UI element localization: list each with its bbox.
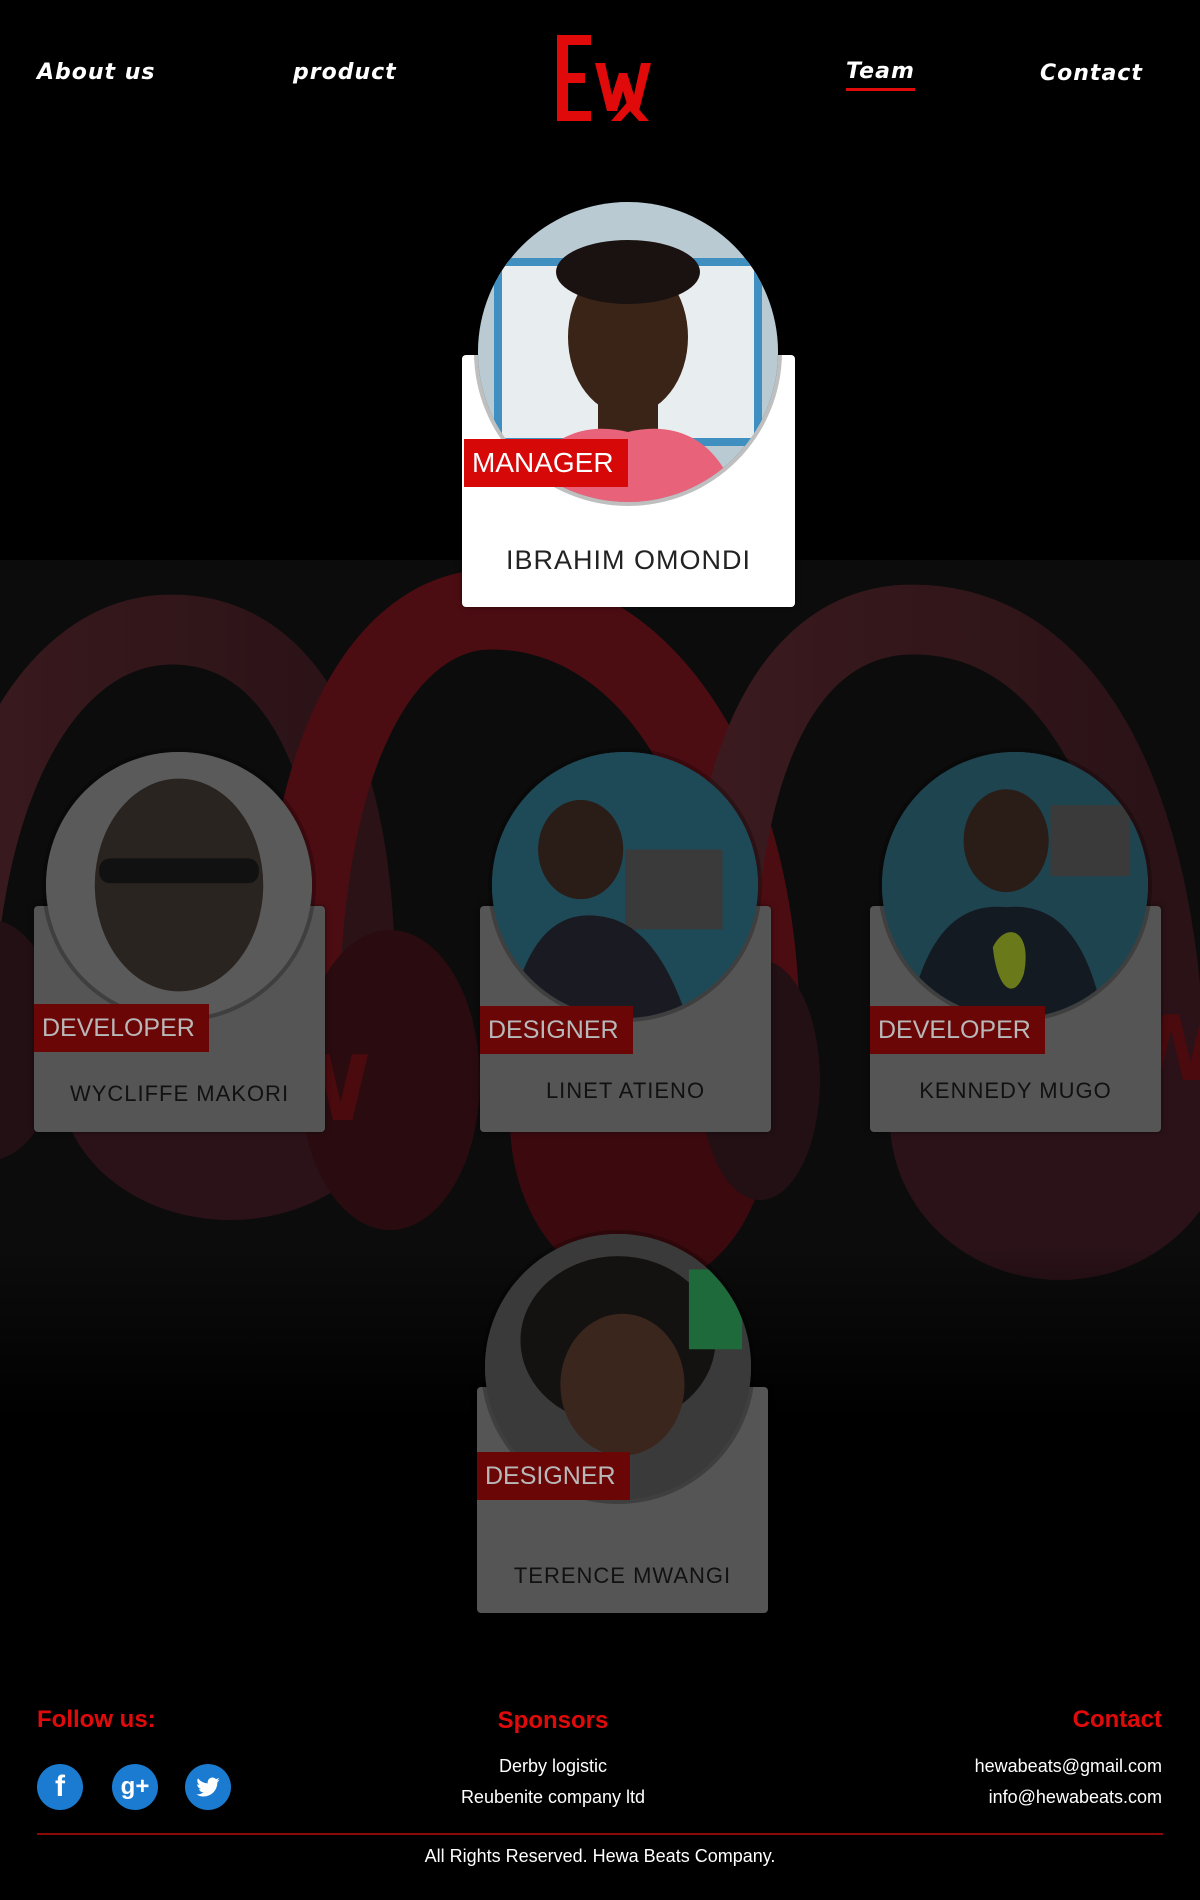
member-avatar [882, 752, 1148, 1018]
member-name: KENNEDY MUGO [919, 1078, 1112, 1103]
member-name: IBRAHIM OMONDI [505, 545, 751, 575]
nav-team-link[interactable]: Team [846, 59, 915, 91]
nav-contact-link[interactable]: Contact [1040, 61, 1143, 86]
role-badge: DEVELOPER [870, 1006, 1045, 1054]
contact-title: Contact [1072, 1706, 1162, 1733]
contact-email[interactable]: info@hewabeats.com [989, 1787, 1162, 1808]
team-card-member[interactable]: DEVELOPER WYCLIFFE MAKORI [34, 752, 325, 1132]
member-avatar [492, 752, 758, 1018]
copyright-text: All Rights Reserved. Hewa Beats Company. [424, 1846, 776, 1866]
ew-logo[interactable] [555, 33, 675, 123]
team-card-member[interactable]: DESIGNER LINET ATIENO [480, 752, 771, 1132]
role-badge: MANAGER [464, 439, 628, 487]
team-card-manager[interactable]: MANAGER IBRAHIM OMONDI [462, 202, 795, 607]
team-card-member[interactable]: DEVELOPER KENNEDY MUGO [870, 752, 1161, 1132]
nav-product-link[interactable]: product [293, 60, 397, 85]
member-name: LINET ATIENO [545, 1078, 706, 1103]
role-badge: DEVELOPER [34, 1004, 209, 1052]
sponsors-title: Sponsors [497, 1707, 609, 1734]
member-name: TERENCE MWANGI [513, 1563, 732, 1588]
role-badge: DESIGNER [480, 1006, 633, 1054]
sponsor-item: Derby logistic [498, 1756, 608, 1776]
sponsor-item: Reubenite company ltd [460, 1787, 646, 1807]
team-card-member[interactable]: DESIGNER TERENCE MWANGI [477, 1234, 768, 1613]
member-avatar [46, 752, 312, 1018]
contact-email[interactable]: hewabeats@gmail.com [975, 1756, 1162, 1777]
footer-divider [37, 1833, 1163, 1835]
role-badge: DESIGNER [477, 1452, 630, 1500]
nav-about-link[interactable]: About us [37, 60, 155, 85]
top-navigation: About us product Team Contact [0, 0, 1200, 140]
member-name: WYCLIFFE MAKORI [69, 1081, 290, 1106]
